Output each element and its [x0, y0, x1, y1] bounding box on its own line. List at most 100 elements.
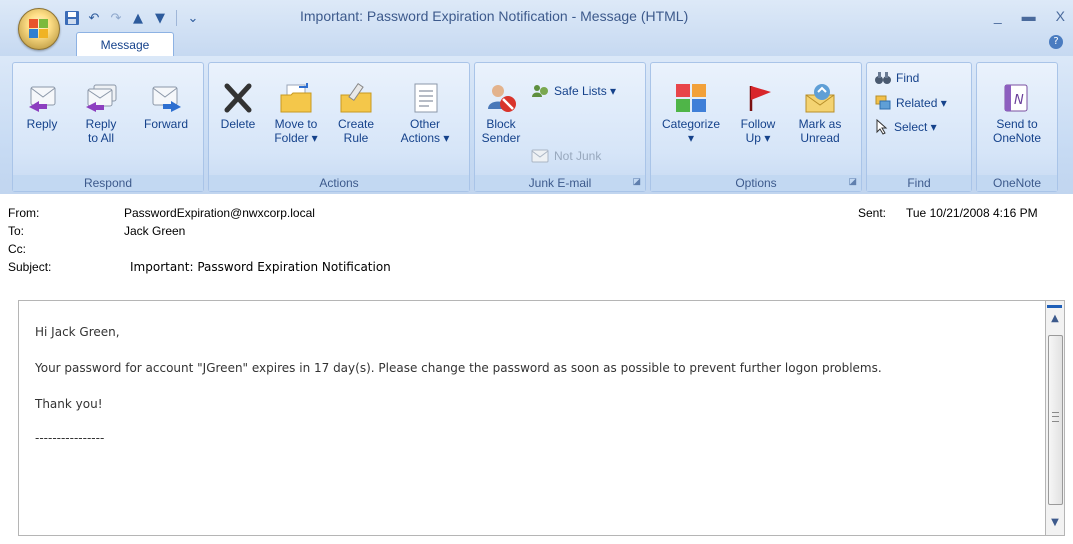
find-label: Find: [896, 71, 920, 85]
ribbon: Reply Reply to All Forward Respond Delet…: [0, 56, 1073, 195]
minimize-button[interactable]: _: [994, 8, 1002, 24]
mark-as-unread-icon: [805, 84, 835, 113]
dialog-launcher-icon[interactable]: ◪: [848, 173, 857, 189]
undo-icon[interactable]: ↶: [84, 8, 104, 28]
dialog-launcher-icon[interactable]: ◪: [632, 173, 641, 189]
follow-up-label: Follow Up ▾: [740, 117, 776, 145]
other-actions-button[interactable]: Other Actions ▾: [393, 83, 457, 145]
create-rule-icon: [340, 83, 372, 113]
not-junk-button[interactable]: Not Junk: [531, 149, 601, 163]
other-actions-icon: [414, 83, 438, 113]
safe-lists-button[interactable]: Safe Lists ▾: [531, 83, 616, 99]
subject-label: Subject:: [8, 260, 52, 274]
follow-up-icon: [749, 86, 771, 111]
related-label: Related ▾: [896, 96, 947, 110]
group-label-find: Find: [867, 175, 971, 191]
forward-icon: [152, 86, 181, 112]
related-button[interactable]: Related ▾: [875, 95, 947, 111]
customize-qat-icon[interactable]: ⌄: [183, 8, 203, 28]
window-controls: _ ▬ X: [994, 8, 1065, 24]
group-label-actions: Actions: [209, 175, 469, 191]
cc-label: Cc:: [8, 242, 26, 256]
subject-text: Important: Password Expiration Notificat…: [130, 260, 391, 274]
forward-label: Forward: [143, 117, 188, 131]
group-options: Categorize ▾ Follow Up ▾ Mark as Unread …: [650, 62, 862, 192]
qat-separator: [176, 10, 177, 26]
group-onenote: N Send to OneNote OneNote: [976, 62, 1058, 192]
sent-label: Sent:: [858, 206, 887, 220]
follow-up-button[interactable]: Follow Up ▾: [731, 83, 785, 145]
reply-all-icon: [86, 84, 117, 112]
scrollbar-thumb[interactable]: [1048, 335, 1063, 505]
scroll-up-arrow-icon[interactable]: ▲: [1046, 311, 1064, 327]
next-item-icon[interactable]: ▼: [150, 8, 170, 28]
send-to-onenote-label: Send to OneNote: [992, 117, 1042, 145]
find-button[interactable]: Find: [875, 71, 919, 85]
delete-label: Delete: [220, 117, 256, 131]
vertical-scrollbar[interactable]: ▲ ▼: [1045, 300, 1065, 536]
group-label-respond: Respond: [13, 175, 203, 191]
group-find: Find Related ▾ Select ▾ Find: [866, 62, 972, 192]
delete-button[interactable]: Delete: [213, 83, 263, 131]
select-label: Select ▾: [894, 120, 937, 134]
delete-icon: [224, 83, 252, 113]
group-respond: Reply Reply to All Forward Respond: [12, 62, 204, 192]
save-icon[interactable]: [62, 8, 82, 28]
categorize-icon: [676, 84, 706, 112]
message-header: From: PasswordExpiration@nwxcorp.local T…: [0, 194, 1073, 298]
message-body[interactable]: Hi Jack Green, Your password for account…: [18, 300, 1046, 536]
onenote-icon: N: [1004, 84, 1028, 112]
svg-text:N: N: [1014, 93, 1024, 108]
from-address[interactable]: PasswordExpiration@nwxcorp.local: [124, 206, 315, 220]
group-actions: Delete Move to Folder ▾ Create Rule Othe…: [208, 62, 470, 192]
options-group-label: Options: [735, 176, 777, 190]
move-to-folder-icon: [280, 83, 312, 113]
mark-as-unread-button[interactable]: Mark as Unread: [789, 83, 851, 145]
reply-icon: [29, 86, 56, 112]
forward-button[interactable]: Forward: [137, 83, 195, 131]
categorize-label: Categorize ▾: [661, 117, 721, 145]
window-title: Important: Password Expiration Notificat…: [300, 8, 689, 24]
office-button[interactable]: [18, 8, 60, 50]
not-junk-label: Not Junk: [554, 149, 602, 163]
body-closing: Thank you!: [35, 397, 103, 411]
block-sender-icon: [488, 85, 516, 112]
scroll-down-arrow-icon[interactable]: ▼: [1046, 515, 1064, 531]
title-bar: ↶ ↷ ▲ ▼ ⌄ Important: Password Expiration…: [0, 0, 1073, 57]
tab-message[interactable]: Message: [76, 32, 174, 57]
reply-label: Reply: [26, 117, 58, 131]
maximize-button[interactable]: ▬: [1022, 8, 1036, 24]
move-to-folder-label: Move to Folder ▾: [274, 117, 318, 145]
block-sender-button[interactable]: Block Sender: [477, 83, 525, 145]
reply-all-label: Reply to All: [85, 117, 117, 145]
block-sender-label: Block Sender: [481, 117, 521, 145]
scroll-grip-icon: [1052, 412, 1059, 422]
help-icon[interactable]: ?: [1049, 35, 1063, 49]
reply-all-button[interactable]: Reply to All: [75, 83, 127, 145]
not-junk-icon: [531, 149, 549, 163]
send-to-onenote-button[interactable]: N Send to OneNote: [985, 83, 1049, 145]
group-label-options: Options ◪: [651, 175, 861, 191]
office-logo-icon: [29, 19, 49, 39]
redo-icon[interactable]: ↷: [106, 8, 126, 28]
categorize-button[interactable]: Categorize ▾: [655, 83, 727, 145]
move-to-folder-button[interactable]: Move to Folder ▾: [267, 83, 325, 145]
group-label-junk-email: Junk E-mail ◪: [475, 175, 645, 191]
body-signature-line: ----------------: [35, 431, 105, 445]
other-actions-label: Other Actions ▾: [400, 117, 450, 145]
binoculars-icon: [875, 72, 891, 84]
create-rule-label: Create Rule: [337, 117, 375, 145]
safe-lists-label: Safe Lists ▾: [554, 84, 617, 98]
to-label: To:: [8, 224, 25, 238]
create-rule-button[interactable]: Create Rule: [331, 83, 381, 145]
safe-lists-icon: [532, 85, 548, 97]
from-label: From:: [8, 206, 40, 220]
to-recipient[interactable]: Jack Green: [124, 224, 185, 238]
body-greeting: Hi Jack Green,: [35, 325, 120, 339]
reply-button[interactable]: Reply: [19, 83, 65, 131]
close-button[interactable]: X: [1056, 8, 1065, 24]
mark-as-unread-label: Mark as Unread: [798, 117, 842, 145]
select-button[interactable]: Select ▾: [875, 119, 937, 135]
sent-date: Tue 10/21/2008 4:16 PM: [906, 206, 1038, 220]
previous-item-icon[interactable]: ▲: [128, 8, 148, 28]
